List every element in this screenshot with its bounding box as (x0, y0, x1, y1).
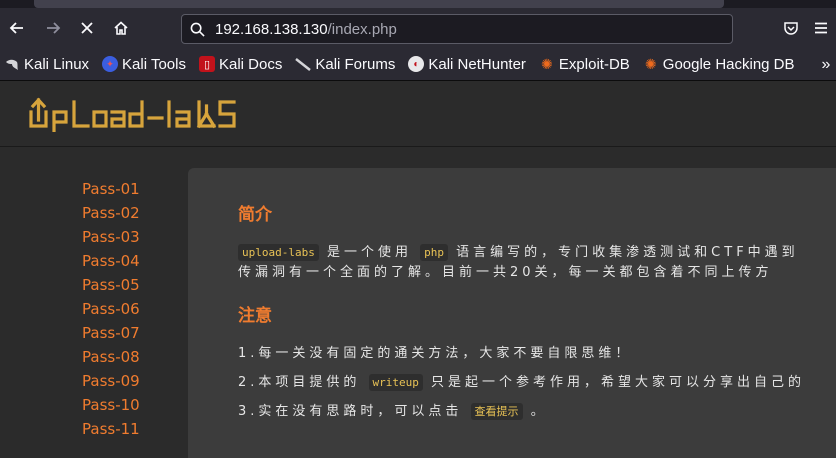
intro-text: 是一个使用 (327, 245, 413, 260)
bookmark-label: Kali NetHunter (428, 55, 526, 73)
sidebar-item-pass-02[interactable]: Pass-02 (82, 201, 188, 225)
exploit-db-icon: ✺ (541, 55, 553, 72)
bookmark-label: Kali Linux (24, 55, 90, 73)
inline-code: php (420, 244, 449, 261)
kali-docs-icon: ▯ (198, 56, 215, 72)
sidebar-item-pass-05[interactable]: Pass-05 (82, 273, 188, 297)
back-button[interactable] (2, 13, 32, 43)
active-tab-edge (34, 0, 724, 8)
sidebar-item-pass-11[interactable]: Pass-11 (82, 417, 188, 441)
notice-text: 3.实在没有思路时，可以点击 (238, 404, 463, 419)
writeup-code: writeup (368, 374, 423, 391)
arrow-left-icon (9, 22, 23, 34)
arrow-right-icon (47, 22, 61, 34)
browser-toolbar: 192.168.138.130/index.php (0, 8, 836, 48)
kali-dragon-icon (4, 56, 20, 72)
intro-heading: 简介 (238, 205, 272, 225)
site-header (0, 81, 836, 147)
chevron-double-right-icon: » (821, 55, 831, 73)
sidebar-nav: Pass-01 Pass-02 Pass-03 Pass-04 Pass-05 … (0, 148, 188, 441)
home-icon (114, 21, 128, 35)
sidebar-item-pass-08[interactable]: Pass-08 (82, 345, 188, 369)
tab-strip (0, 0, 836, 8)
sidebar-item-pass-01[interactable]: Pass-01 (82, 177, 188, 201)
url-bar[interactable]: 192.168.138.130/index.php (181, 14, 733, 44)
bookmark-label: Exploit-DB (558, 55, 630, 73)
sidebar-item-pass-10[interactable]: Pass-10 (82, 393, 188, 417)
inline-code: upload-labs (238, 244, 319, 261)
intro-paragraph-line-1: upload-labs 是一个使用 php 语言编写的，专门收集渗透测试和CTF… (238, 243, 836, 263)
bookmark-google-hacking-db[interactable]: ✺ Google Hacking DB (643, 56, 795, 73)
bookmark-kali-docs[interactable]: ▯ Kali Docs (198, 55, 283, 73)
intro-paragraph-line-2: 传漏洞有一个全面的了解。目前一共20关，每一关都包含着不同上传方 (238, 265, 773, 280)
intro-text: 语言编写的，专门收集渗透测试和CTF中遇到 (456, 245, 799, 260)
sidebar-item-pass-06[interactable]: Pass-06 (82, 297, 188, 321)
notice-text: 。 (530, 404, 548, 419)
bookmark-kali-linux[interactable]: Kali Linux (4, 56, 89, 73)
bookmark-label: Kali Docs (218, 55, 283, 73)
close-icon (81, 22, 93, 34)
pocket-button[interactable] (776, 13, 806, 43)
notice-item-1: 1.每一关没有固定的通关方法，大家不要自限思维！ (238, 346, 633, 361)
web-page: Pass-01 Pass-02 Pass-03 Pass-04 Pass-05 … (0, 81, 836, 458)
sidebar-item-pass-07[interactable]: Pass-07 (82, 321, 188, 345)
notice-item-3: 3.实在没有思路时，可以点击 查看提示 。 (238, 402, 836, 422)
home-button[interactable] (106, 13, 136, 43)
main-content: 简介 upload-labs 是一个使用 php 语言编写的，专门收集渗透测试和… (188, 168, 836, 458)
nethunter-icon: ◐ (408, 56, 425, 72)
hamburger-menu-icon (815, 22, 827, 34)
search-icon (190, 22, 205, 37)
bookmark-label: Google Hacking DB (662, 55, 795, 73)
kali-tools-icon: ✦ (102, 56, 119, 72)
bookmark-label: Kali Tools (122, 55, 186, 73)
sidebar-item-pass-09[interactable]: Pass-09 (82, 369, 188, 393)
notice-text: 只是起一个参考作用，希望大家可以分享出自己的 (431, 375, 806, 390)
forward-button[interactable] (38, 13, 68, 43)
upload-labs-logo[interactable] (28, 96, 258, 132)
kali-forums-icon (295, 56, 312, 72)
url-path: /index.php (327, 20, 397, 38)
bookmark-kali-nethunter[interactable]: ◐ Kali NetHunter (408, 56, 526, 73)
bookmark-kali-tools[interactable]: ✦ Kali Tools (102, 56, 186, 73)
ghdb-icon: ✺ (644, 55, 657, 72)
pocket-icon (784, 22, 798, 35)
bookmark-label: Kali Forums (315, 55, 396, 73)
bookmarks-overflow-button[interactable]: » (816, 48, 836, 81)
url-host: 192.168.138.130 (215, 20, 328, 38)
show-hint-link[interactable]: 查看提示 (470, 403, 523, 420)
menu-button[interactable] (806, 13, 836, 43)
notice-heading: 注意 (238, 306, 272, 326)
stop-button[interactable] (72, 13, 102, 43)
bookmarks-bar: Kali Linux ✦ Kali Tools ▯ Kali Docs Kali F… (0, 48, 836, 81)
sidebar-item-pass-03[interactable]: Pass-03 (82, 225, 188, 249)
notice-text: 2.本项目提供的 (238, 375, 361, 390)
sidebar-item-pass-04[interactable]: Pass-04 (82, 249, 188, 273)
bookmark-exploit-db[interactable]: ✺ Exploit-DB (539, 56, 630, 73)
bookmark-kali-forums[interactable]: Kali Forums (295, 56, 395, 73)
notice-item-2: 2.本项目提供的 writeup 只是起一个参考作用，希望大家可以分享出自己的 (238, 373, 836, 393)
